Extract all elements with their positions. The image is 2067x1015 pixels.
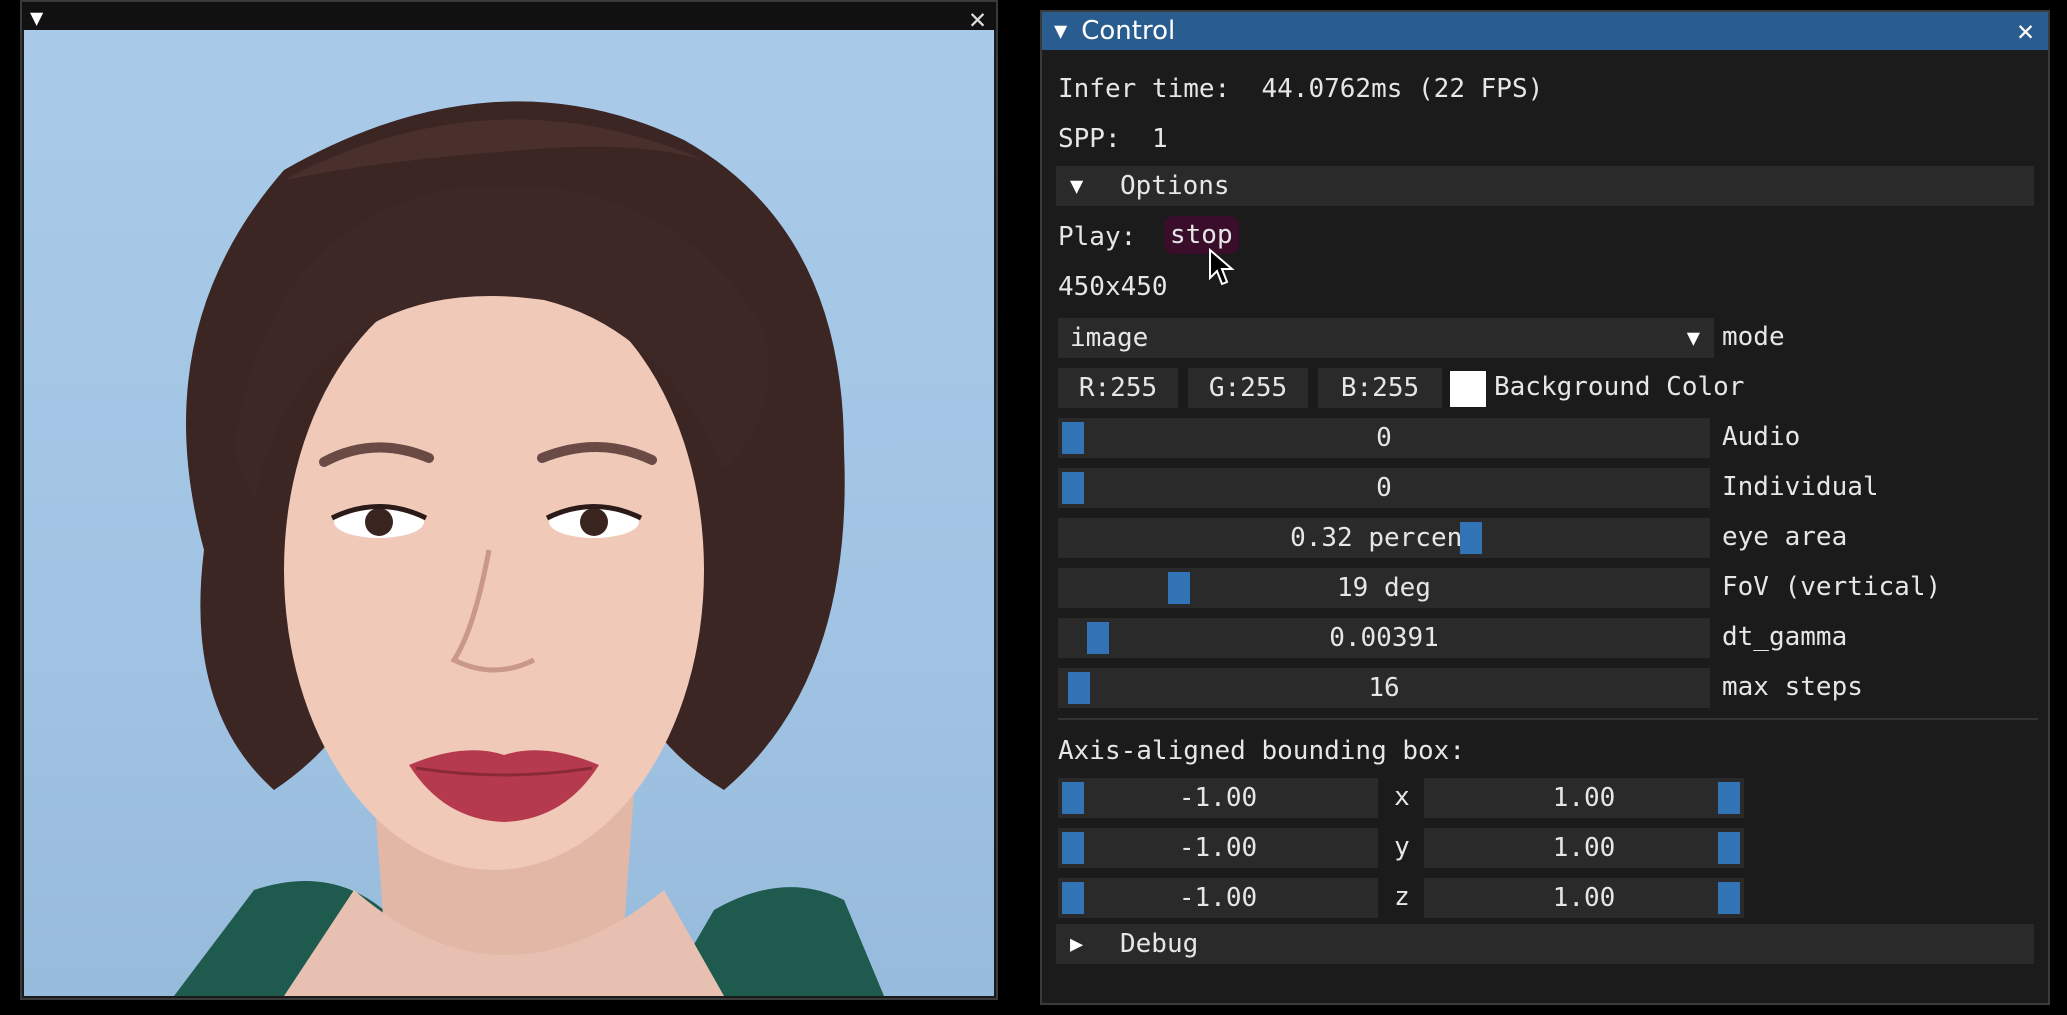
infer-time-label: Infer time: [1058,74,1231,104]
control-window: ▼ Control ✕ Infer time: 44.0762ms (22 FP… [1040,10,2050,1005]
slider-label: max steps [1722,672,1863,702]
window-title: Control [1081,16,1176,46]
aabb-label: Axis-aligned bounding box: [1058,736,1465,766]
debug-header[interactable]: ▶ Debug [1056,924,2034,964]
control-title-bar[interactable]: ▼ Control ✕ [1042,12,2048,50]
portrait-illustration [174,101,884,996]
aabb-x-min[interactable]: -1.00 [1058,778,1378,818]
max-steps-slider[interactable]: 16 [1058,668,1710,708]
axis-y-label: y [1394,832,1410,862]
slider-grab[interactable] [1460,522,1483,554]
slider-grab[interactable] [1086,622,1109,654]
slider-label: eye area [1722,522,1848,552]
spp-label: SPP: [1058,124,1121,154]
slider-value: 0 [1376,473,1392,503]
triangle-down-icon: ▼ [1070,173,1084,199]
slider-value: 0 [1376,423,1392,453]
rendered-face-image [24,30,994,996]
background-color-swatch[interactable] [1450,371,1486,407]
slider-grab[interactable] [1718,782,1740,814]
individual-slider[interactable]: 0 [1058,468,1710,508]
audio-slider[interactable]: 0 [1058,418,1710,458]
infer-time-value: 44.0762ms (22 FPS) [1261,74,1544,104]
debug-label: Debug [1120,929,1199,959]
axis-z-label: z [1394,882,1410,912]
play-label: Play: [1058,222,1137,252]
mouse-cursor-icon [1209,248,1235,286]
fov-slider[interactable]: 19 deg [1058,568,1710,608]
aabb-y-max[interactable]: 1.00 [1424,828,1744,868]
resolution-text: 450x450 [1058,272,1168,302]
green-channel-value: G:255 [1208,373,1288,403]
infer-time-row: Infer time: 44.0762ms (22 FPS) [1058,74,1543,104]
close-icon[interactable]: ✕ [2017,14,2034,47]
options-label: Options [1120,171,1230,201]
collapse-triangle-icon[interactable]: ▼ [1054,19,1067,44]
slider-grab[interactable] [1062,782,1084,814]
aabb-x-max-value: 1.00 [1552,783,1616,813]
spp-row: SPP: 1 [1058,124,1168,154]
slider-grab[interactable] [1167,572,1190,604]
mode-dropdown[interactable]: image ▼ [1058,318,1714,358]
slider-grab[interactable] [1062,472,1084,504]
slider-label: dt_gamma [1722,622,1848,652]
slider-label: Audio [1722,422,1801,452]
green-channel-input[interactable]: G:255 [1188,368,1308,408]
red-channel-value: R:255 [1078,373,1158,403]
spp-value: 1 [1151,124,1168,154]
slider-label: Individual [1722,472,1879,502]
dt-gamma-slider[interactable]: 0.00391 [1058,618,1710,658]
slider-grab[interactable] [1062,422,1084,454]
options-header[interactable]: ▼ Options [1056,166,2034,206]
aabb-y-min[interactable]: -1.00 [1058,828,1378,868]
slider-grab[interactable] [1718,882,1740,914]
mode-value: image [1070,323,1149,353]
slider-grab[interactable] [1068,672,1091,704]
viewer-title-bar: ▼ ✕ [22,2,996,35]
aabb-x-max[interactable]: 1.00 [1424,778,1744,818]
slider-value: 0.32 percent [1290,523,1478,553]
eye-area-slider[interactable]: 0.32 percent [1058,518,1710,558]
aabb-z-min[interactable]: -1.00 [1058,878,1378,918]
background-color-label: Background Color [1494,372,1745,402]
blue-channel-input[interactable]: B:255 [1318,368,1442,408]
slider-value: 16 [1368,673,1400,703]
slider-value: 19 deg [1337,573,1431,603]
separator [1058,718,2038,720]
aabb-z-min-value: -1.00 [1178,883,1258,913]
aabb-y-max-value: 1.00 [1552,833,1616,863]
red-channel-input[interactable]: R:255 [1058,368,1178,408]
collapse-triangle-icon[interactable]: ▼ [30,6,43,31]
axis-x-label: x [1394,782,1410,812]
aabb-z-max-value: 1.00 [1552,883,1616,913]
slider-grab[interactable] [1062,882,1084,914]
slider-grab[interactable] [1718,832,1740,864]
slider-label: FoV (vertical) [1722,572,1942,602]
blue-channel-value: B:255 [1340,373,1420,403]
viewer-window: ▼ ✕ [20,0,998,1000]
triangle-right-icon: ▶ [1070,931,1084,957]
aabb-x-min-value: -1.00 [1178,783,1258,813]
mode-label: mode [1722,322,1785,352]
chevron-down-icon[interactable]: ▼ [1687,326,1700,351]
aabb-z-max[interactable]: 1.00 [1424,878,1744,918]
stop-button-label: stop [1170,220,1233,250]
slider-value: 0.00391 [1329,623,1439,653]
aabb-y-min-value: -1.00 [1178,833,1258,863]
slider-grab[interactable] [1062,832,1084,864]
